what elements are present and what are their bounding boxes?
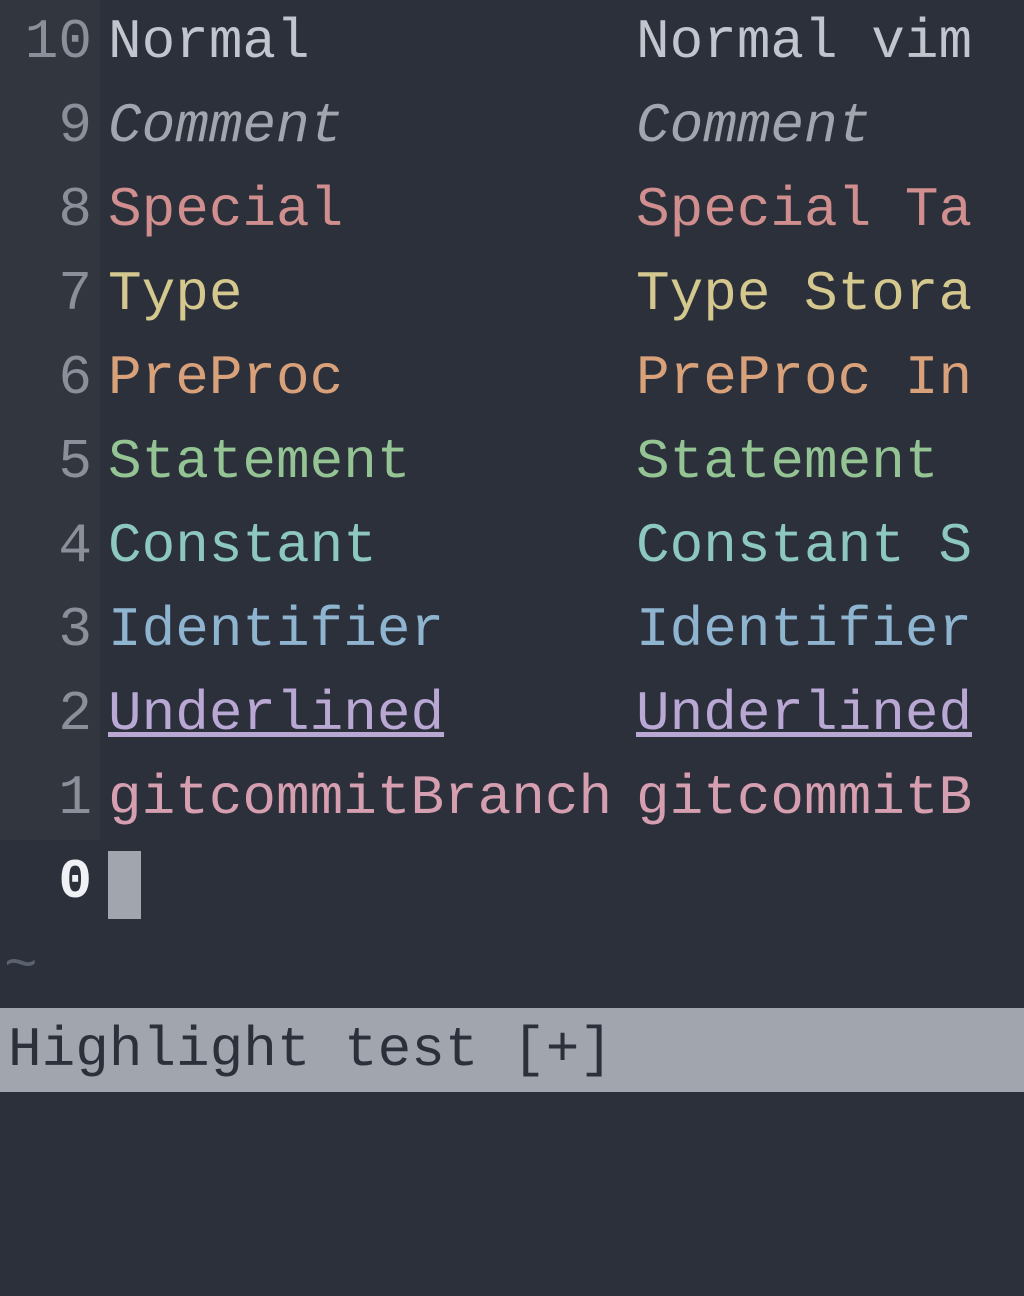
command-area[interactable] (0, 1092, 1024, 1192)
highlight-group-name: Type (108, 252, 636, 336)
line-content: TypeType Stora (100, 252, 972, 336)
highlight-group-demo: PreProc In (636, 336, 972, 420)
code-line[interactable]: 8SpecialSpecial Ta (0, 168, 1024, 252)
highlight-group-name: Constant (108, 504, 636, 588)
code-line[interactable]: 2UnderlinedUnderlined (0, 672, 1024, 756)
line-content: SpecialSpecial Ta (100, 168, 972, 252)
line-number: 6 (0, 336, 100, 420)
line-number: 9 (0, 84, 100, 168)
line-content: IdentifierIdentifier (100, 588, 972, 672)
highlight-group-demo: Type Stora (636, 252, 972, 336)
line-number: 10 (0, 0, 100, 84)
highlight-group-name: Underlined (108, 672, 636, 756)
line-number: 4 (0, 504, 100, 588)
highlight-group-demo: Comment (636, 84, 871, 168)
line-number: 7 (0, 252, 100, 336)
cursor-block (108, 851, 141, 919)
editor-viewport[interactable]: 10NormalNormal vim9CommentComment8Specia… (0, 0, 1024, 1296)
line-number: 1 (0, 756, 100, 840)
code-line[interactable]: 6PreProcPreProc In (0, 336, 1024, 420)
line-content: UnderlinedUnderlined (100, 672, 972, 756)
line-number: 3 (0, 588, 100, 672)
line-number: 2 (0, 672, 100, 756)
code-line[interactable]: 4ConstantConstant S (0, 504, 1024, 588)
code-line[interactable]: 9CommentComment (0, 84, 1024, 168)
line-number: 8 (0, 168, 100, 252)
line-content: PreProcPreProc In (100, 336, 972, 420)
highlight-group-demo: gitcommitB (636, 756, 972, 840)
highlight-group-demo: Statement (636, 420, 938, 504)
code-line[interactable]: 10NormalNormal vim (0, 0, 1024, 84)
line-content: NormalNormal vim (100, 0, 972, 84)
highlight-group-name: Statement (108, 420, 636, 504)
line-content (100, 845, 141, 919)
status-filename: Highlight test [+] (8, 1008, 613, 1092)
highlight-group-name: gitcommitBranch (108, 756, 636, 840)
highlight-group-name: Special (108, 168, 636, 252)
empty-line-tilde: ~ (0, 924, 1024, 1008)
highlight-group-demo: Identifier (636, 588, 972, 672)
status-line: Highlight test [+] (0, 1008, 1024, 1092)
code-line[interactable]: 3IdentifierIdentifier (0, 588, 1024, 672)
line-content: StatementStatement (100, 420, 938, 504)
highlight-group-name: PreProc (108, 336, 636, 420)
line-number: 5 (0, 420, 100, 504)
highlight-group-name: Normal (108, 0, 636, 84)
highlight-group-name: Identifier (108, 588, 636, 672)
line-content: gitcommitBranchgitcommitB (100, 756, 972, 840)
code-line[interactable]: 7TypeType Stora (0, 252, 1024, 336)
line-content: CommentComment (100, 84, 871, 168)
highlight-group-demo: Underlined (636, 672, 972, 756)
highlight-group-demo: Constant S (636, 504, 972, 588)
highlight-group-name: Comment (108, 84, 636, 168)
line-content: ConstantConstant S (100, 504, 972, 588)
code-line[interactable]: 5StatementStatement (0, 420, 1024, 504)
code-line[interactable]: 1gitcommitBranchgitcommitB (0, 756, 1024, 840)
highlight-group-demo: Special Ta (636, 168, 972, 252)
highlight-group-demo: Normal vim (636, 0, 972, 84)
line-number-cursor: 0 (0, 840, 100, 924)
cursor-line[interactable]: 0 (0, 840, 1024, 924)
